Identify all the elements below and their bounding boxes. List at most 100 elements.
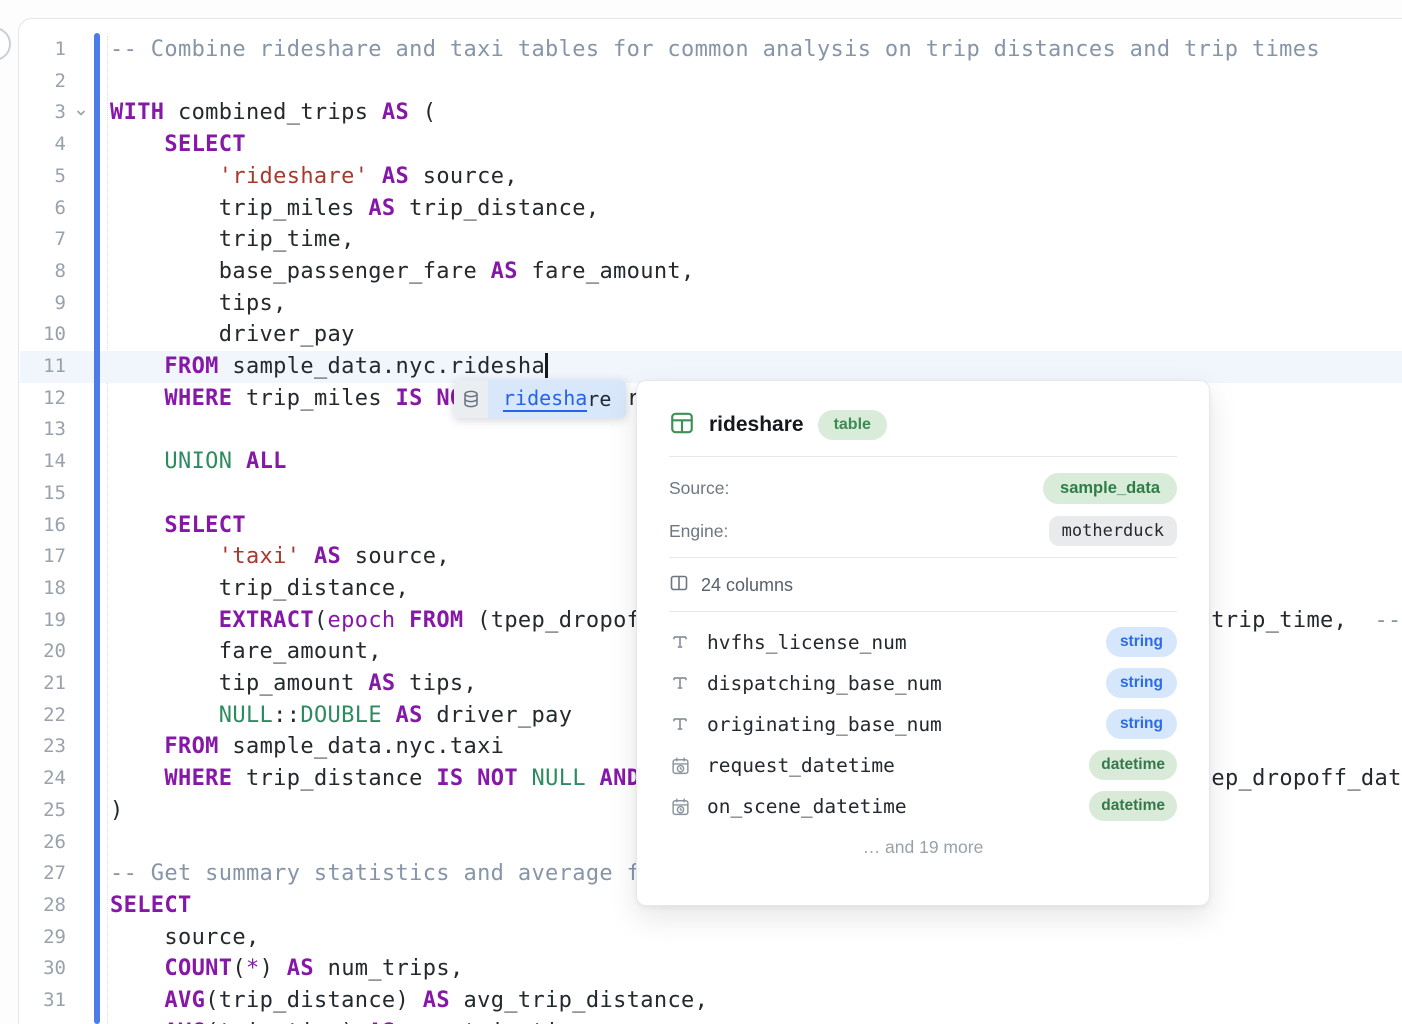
line-number[interactable]: 20 — [24, 636, 66, 668]
code-text: base_passenger_fare AS fare_amount, — [110, 256, 695, 288]
code-line-3[interactable]: 3 WITH combined_trips AS ( — [0, 97, 1402, 129]
column-type-badge: datetime — [1089, 791, 1177, 821]
line-number[interactable]: 2 — [24, 66, 66, 98]
table-name: rideshare — [709, 413, 804, 437]
line-number[interactable]: 16 — [24, 510, 66, 542]
autocomplete-popup[interactable]: rideshare — [454, 380, 626, 418]
code-line-2[interactable]: 2 — [0, 66, 1402, 98]
line-number[interactable]: 11 — [24, 351, 66, 383]
line-number[interactable]: 1 — [24, 34, 66, 66]
code-line-11[interactable]: 11 FROM sample_data.nyc.ridesha — [0, 351, 1402, 383]
code-line-5[interactable]: 5 'rideshare' AS source, — [0, 161, 1402, 193]
line-number[interactable]: 29 — [24, 922, 66, 954]
column-type-badge: string — [1106, 627, 1177, 657]
code-line-30[interactable]: 30 COUNT(*) AS num_trips, — [0, 953, 1402, 985]
column-name: request_datetime — [707, 754, 1073, 777]
line-number[interactable]: 13 — [24, 414, 66, 446]
column-type-badge: string — [1106, 668, 1177, 698]
line-number[interactable]: 8 — [24, 256, 66, 288]
code-text: driver_pay — [110, 319, 355, 351]
code-text: 'rideshare' AS source, — [110, 161, 518, 193]
line-number[interactable]: 6 — [24, 193, 66, 225]
line-number[interactable]: 7 — [24, 224, 66, 256]
line-number[interactable]: 4 — [24, 129, 66, 161]
line-number[interactable]: 3 — [24, 97, 66, 129]
code-line-31[interactable]: 31 AVG(trip_distance) AS avg_trip_distan… — [0, 985, 1402, 1017]
line-number[interactable]: 21 — [24, 668, 66, 700]
line-number[interactable]: 30 — [24, 953, 66, 985]
line-number[interactable]: 25 — [24, 795, 66, 827]
line-number[interactable]: 10 — [24, 319, 66, 351]
code-line-1[interactable]: 1 -- Combine rideshare and taxi tables fo… — [0, 34, 1402, 66]
code-line-32[interactable]: 32 AVG(trip_time) AS avg_trip_time, — [0, 1017, 1402, 1024]
autocomplete-item-rideshare[interactable]: rideshare — [488, 380, 626, 418]
line-number[interactable]: 31 — [24, 985, 66, 1017]
column-name: originating_base_num — [707, 713, 1090, 736]
text-cursor — [545, 353, 548, 378]
source-value-badge: sample_data — [1043, 473, 1177, 504]
source-label: Source: — [669, 478, 729, 499]
code-text: SELECT — [110, 890, 192, 922]
code-line-8[interactable]: 8 base_passenger_fare AS fare_amount, — [0, 256, 1402, 288]
column-name: on_scene_datetime — [707, 795, 1073, 818]
line-number[interactable]: 22 — [24, 700, 66, 732]
line-number[interactable]: 24 — [24, 763, 66, 795]
line-number[interactable]: 23 — [24, 731, 66, 763]
text-type-icon — [669, 714, 691, 734]
code-line-29[interactable]: 29 source, — [0, 922, 1402, 954]
code-text: trip_time, — [110, 224, 355, 256]
column-type-badge: datetime — [1089, 750, 1177, 780]
line-number[interactable]: 18 — [24, 573, 66, 605]
code-line-4[interactable]: 4 SELECT — [0, 129, 1402, 161]
line-number[interactable]: 5 — [24, 161, 66, 193]
database-icon — [454, 380, 488, 418]
column-name: dispatching_base_num — [707, 672, 1090, 695]
code-line-6[interactable]: 6 trip_miles AS trip_distance, — [0, 193, 1402, 225]
line-number[interactable]: 28 — [24, 890, 66, 922]
calendar-clock-icon — [669, 796, 691, 817]
divider — [669, 557, 1177, 558]
divider — [669, 456, 1177, 457]
code-text: 'taxi' AS source, — [110, 541, 450, 573]
code-line-10[interactable]: 10 driver_pay — [0, 319, 1402, 351]
line-number[interactable]: 12 — [24, 383, 66, 415]
line-number[interactable]: 32 — [24, 1017, 66, 1024]
code-text: tips, — [110, 288, 287, 320]
column-name: hvfhs_license_num — [707, 631, 1090, 654]
code-text: AVG(trip_distance) AS avg_trip_distance, — [110, 985, 708, 1017]
column-row-dispatching_base_num: dispatching_base_num string — [669, 663, 1177, 703]
calendar-clock-icon — [669, 755, 691, 776]
column-row-request_datetime: request_datetime datetime — [669, 745, 1177, 785]
code-text: WITH combined_trips AS ( — [110, 97, 436, 129]
code-text: AVG(trip_time) AS avg_trip_time, — [110, 1017, 599, 1024]
text-type-icon — [669, 632, 691, 652]
autocomplete-match-text: ridesha — [503, 386, 587, 412]
line-number[interactable]: 26 — [24, 827, 66, 859]
columns-count-label: 24 columns — [701, 575, 793, 596]
code-text: FROM sample_data.nyc.ridesha — [110, 351, 548, 383]
more-columns-label: … and 19 more — [637, 837, 1209, 858]
column-row-originating_base_num: originating_base_numstring — [669, 704, 1177, 744]
line-number[interactable]: 15 — [24, 478, 66, 510]
code-text: COUNT(*) AS num_trips, — [110, 953, 464, 985]
column-row-hvfhs_license_num: hvfhs_license_num string — [669, 622, 1177, 662]
line-number[interactable]: 9 — [24, 288, 66, 320]
line-number[interactable]: 19 — [24, 605, 66, 637]
column-row-on_scene_datetime: on_scene_datetime datetime — [669, 786, 1177, 826]
code-line-9[interactable]: 9 tips, — [0, 288, 1402, 320]
line-number[interactable]: 14 — [24, 446, 66, 478]
table-icon — [669, 410, 695, 441]
code-line-7[interactable]: 7 trip_time, — [0, 224, 1402, 256]
columns-icon — [669, 573, 689, 598]
line-number[interactable]: 17 — [24, 541, 66, 573]
line-number[interactable]: 27 — [24, 858, 66, 890]
source-row: Source: sample_data — [669, 472, 1177, 504]
table-info-card: rideshare table Source: sample_data Engi… — [636, 380, 1210, 906]
table-type-badge: table — [818, 410, 887, 440]
code-text: -- Combine rideshare and taxi tables for… — [110, 34, 1320, 66]
columns-count-row: 24 columns — [669, 571, 793, 599]
fold-chevron-down-icon[interactable] — [72, 97, 90, 129]
divider — [669, 611, 1177, 612]
engine-row: Engine: motherduck — [669, 515, 1177, 547]
autocomplete-rest-text: re — [587, 387, 611, 411]
